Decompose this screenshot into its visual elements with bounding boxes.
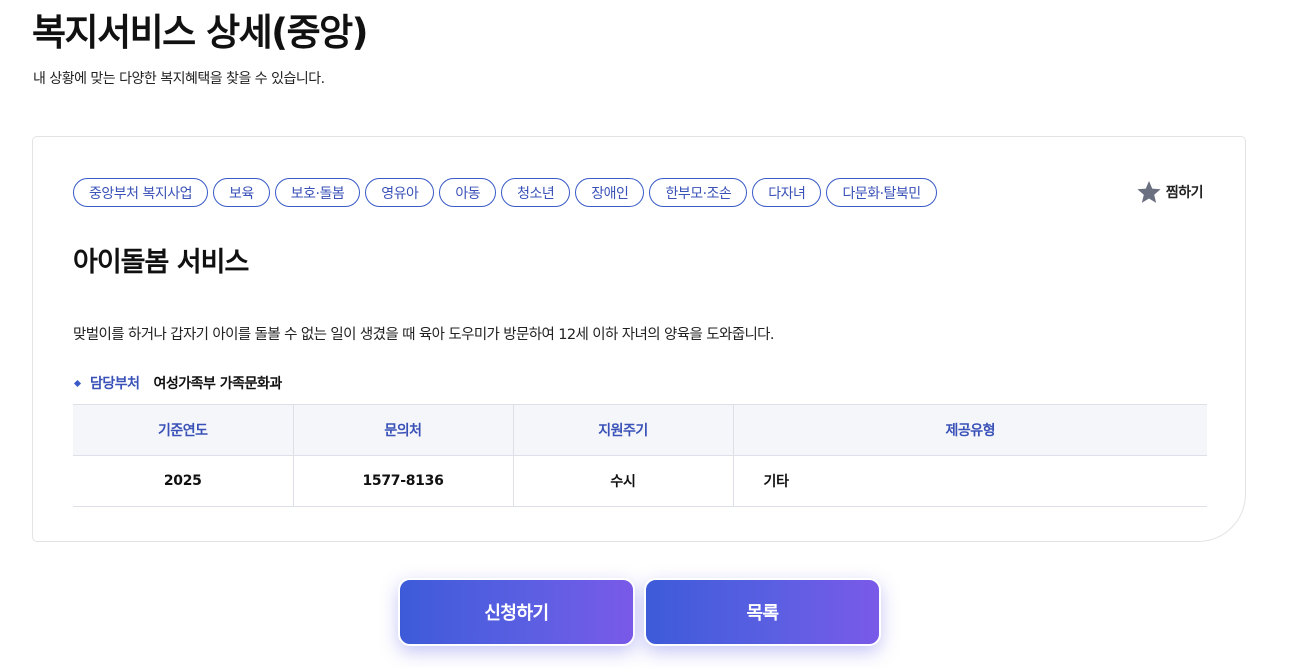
page-subtitle: 내 상황에 맞는 다양한 복지혜택을 찾을 수 있습니다.	[33, 71, 325, 87]
table-cell-base-year: 2025	[73, 455, 293, 507]
favorite-label: 찜하기	[1165, 185, 1204, 201]
favorite-button[interactable]: 찜하기	[1136, 179, 1204, 205]
page-title: 복지서비스 상세(중앙)	[32, 11, 369, 54]
diamond-bullet-icon	[73, 379, 82, 387]
category-tags: 중앙부처 복지사업 보육 보호·돌봄 영유아 아동 청소년 장애인 한부모·조손…	[73, 178, 937, 207]
service-detail-card: 중앙부처 복지사업 보육 보호·돌봄 영유아 아동 청소년 장애인 한부모·조손…	[32, 136, 1246, 542]
category-tag: 청소년	[501, 178, 571, 207]
star-icon	[1136, 179, 1162, 205]
department-value: 여성가족부 가족문화과	[153, 376, 283, 392]
category-tag: 다자녀	[752, 178, 822, 207]
category-tag: 보호·돌봄	[274, 178, 361, 207]
apply-button[interactable]: 신청하기	[398, 578, 635, 646]
category-tag: 중앙부처 복지사업	[73, 178, 208, 207]
service-description: 맞벌이를 하거나 갑자기 아이를 돌볼 수 없는 일이 생겼을 때 육아 도우미…	[73, 327, 775, 343]
table-cell-contact: 1577-8136	[292, 455, 513, 507]
table-cell-provision-type: 기타	[732, 455, 1207, 507]
category-tag: 아동	[439, 178, 497, 207]
action-buttons: 신청하기 목록	[398, 578, 881, 646]
category-tag: 보육	[213, 178, 270, 207]
table-header-support-cycle: 지원주기	[512, 404, 733, 456]
category-tag: 한부모·조손	[649, 178, 748, 207]
service-info-table: 기준연도 문의처 지원주기 제공유형 2025 1577-8136 수시 기타	[73, 404, 1207, 507]
list-button[interactable]: 목록	[644, 578, 881, 646]
table-header-row: 기준연도 문의처 지원주기 제공유형	[73, 404, 1207, 456]
table-cell-support-cycle: 수시	[512, 455, 733, 507]
table-header-contact: 문의처	[292, 404, 513, 456]
department-row: 담당부처 여성가족부 가족문화과	[73, 373, 282, 393]
table-header-base-year: 기준연도	[73, 404, 293, 456]
category-tag: 다문화·탈북민	[826, 178, 937, 207]
category-tag: 영유아	[365, 178, 435, 207]
table-header-provision-type: 제공유형	[732, 404, 1207, 456]
table-row: 2025 1577-8136 수시 기타	[73, 455, 1207, 507]
category-tag: 장애인	[575, 178, 645, 207]
department-label: 담당부처	[90, 376, 140, 392]
service-title: 아이돌봄 서비스	[73, 247, 249, 278]
